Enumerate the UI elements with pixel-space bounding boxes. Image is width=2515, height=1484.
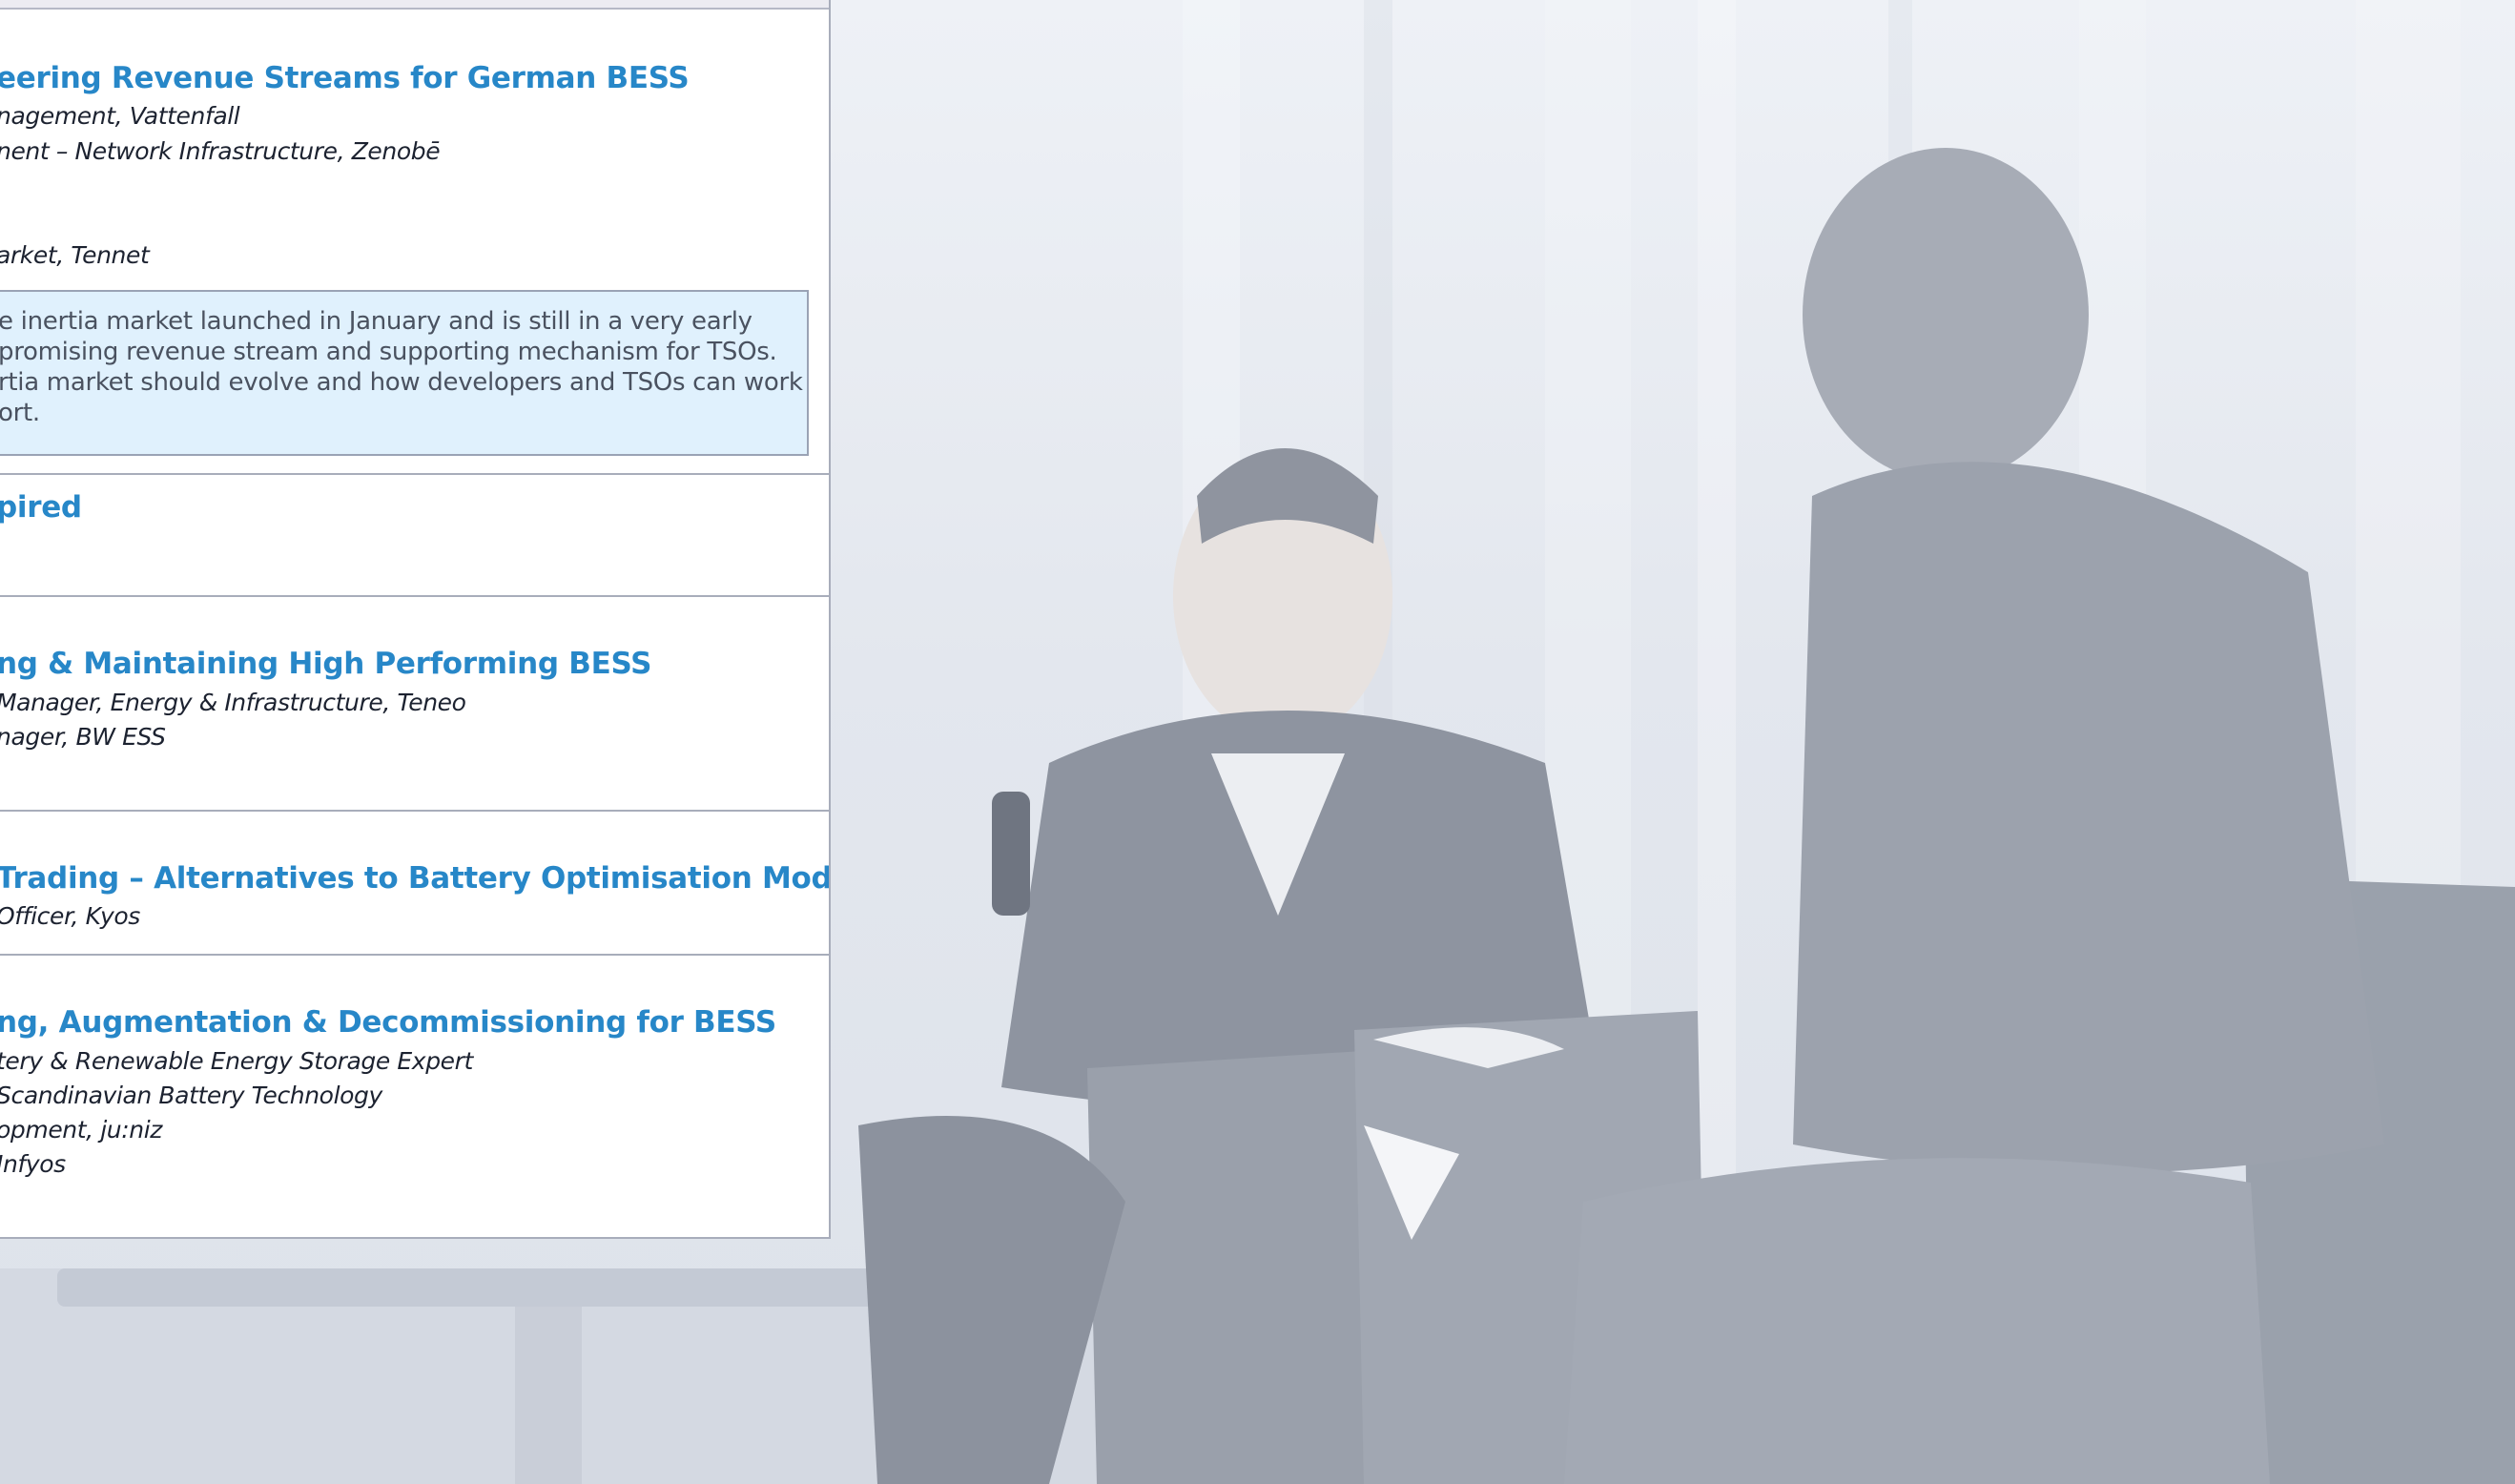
session-abstract-box: e inertia market launched in January and… — [0, 290, 809, 456]
session-title: ng, Augmentation & Decommissioning for B… — [0, 1005, 776, 1040]
agenda-session: eering Revenue Streams for German BESS n… — [0, 10, 829, 475]
session-title: ng & Maintaining High Performing BESS — [0, 647, 652, 681]
session-title: Trading – Alternatives to Battery Optimi… — [0, 861, 831, 896]
speaker-line: tery & Renewable Energy Storage Expert — [0, 1047, 473, 1075]
session-title: pired — [0, 490, 82, 525]
session-title: eering Revenue Streams for German BESS — [0, 61, 690, 95]
panel-top-divider — [0, 0, 829, 10]
agenda-session: pired — [0, 475, 829, 597]
abstract-line: rtia market should evolve and how develo… — [0, 368, 803, 397]
abstract-line: promising revenue stream and supporting … — [0, 338, 777, 366]
abstract-line: ort. — [0, 399, 40, 427]
speaker-line: nagement, Vattenfall — [0, 102, 240, 130]
abstract-line: e inertia market launched in January and… — [0, 307, 752, 336]
speaker-line: nent – Network Infrastructure, Zenobē — [0, 137, 441, 165]
speaker-line: nager, BW ESS — [0, 723, 166, 751]
speaker-line: arket, Tennet — [0, 241, 150, 269]
speaker-line: Infyos — [0, 1150, 66, 1178]
speaker-line: Scandinavian Battery Technology — [0, 1082, 382, 1109]
speaker-line: opment, ju:niz — [0, 1116, 162, 1144]
speaker-line: Manager, Energy & Infrastructure, Teneo — [0, 689, 466, 716]
agenda-session: ng, Augmentation & Decommissioning for B… — [0, 956, 829, 1237]
agenda-session: Trading – Alternatives to Battery Optimi… — [0, 812, 829, 956]
speaker-line: Officer, Kyos — [0, 902, 140, 930]
agenda-session: ng & Maintaining High Performing BESS Ma… — [0, 597, 829, 812]
agenda-panel: eering Revenue Streams for German BESS n… — [0, 0, 831, 1239]
